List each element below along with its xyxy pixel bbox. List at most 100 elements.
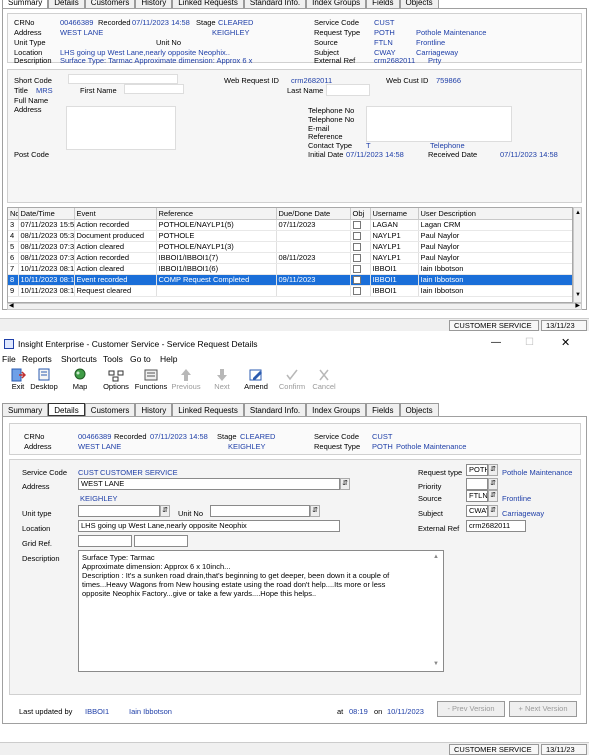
cancel-button[interactable]: Cancel: [306, 368, 342, 391]
close-icon[interactable]: ✕: [561, 336, 570, 349]
table-row[interactable]: 4 08/11/2023 05:37 Document produced POTHOL…: [8, 230, 572, 242]
col-datetime[interactable]: Date/Time: [18, 208, 75, 220]
obj-checkbox[interactable]: [352, 265, 361, 273]
next-version-button[interactable]: + Next Version: [509, 701, 577, 717]
recorded-value: 07/11/2023 14:58: [132, 18, 190, 27]
address-dropdown-icon[interactable]: ⇵: [340, 478, 350, 490]
grid-ref-east-input[interactable]: [78, 535, 132, 547]
col-no[interactable]: No.: [8, 208, 19, 220]
subject-input[interactable]: CWAY: [466, 505, 488, 517]
address-input[interactable]: WEST LANE: [78, 478, 340, 490]
unit-no-dropdown-icon[interactable]: ⇵: [310, 505, 320, 517]
top-tab-fields[interactable]: Fields: [366, 0, 400, 8]
textarea-scroll-up-icon[interactable]: ▲: [433, 553, 439, 562]
col-event[interactable]: Event: [74, 208, 157, 220]
col-due-date[interactable]: Due/Done Date: [276, 208, 351, 220]
cell-no: 7: [8, 263, 19, 275]
obj-checkbox[interactable]: [352, 221, 361, 229]
top-tab-objects[interactable]: Objects: [399, 0, 439, 8]
top-tab-history[interactable]: History: [135, 0, 173, 8]
map-button[interactable]: Map: [62, 368, 98, 391]
cell-date: 07/11/2023 15:58: [18, 219, 75, 231]
top-tab-summary[interactable]: Summary: [2, 0, 49, 8]
tab-summary[interactable]: Summary: [2, 403, 49, 416]
tab-history[interactable]: History: [135, 403, 173, 416]
top-tab-customers[interactable]: Customers: [84, 0, 136, 8]
tab-objects[interactable]: Objects: [399, 403, 439, 416]
table-row[interactable]: 6 08/11/2023 07:33 Action recorded IBBOI1/I…: [8, 252, 572, 264]
col-obj[interactable]: Obj: [350, 208, 371, 220]
f-description-label: Description: [22, 554, 60, 563]
tab-index-groups[interactable]: Index Groups: [306, 403, 367, 416]
cell-user: NAYLP1: [370, 230, 419, 242]
col-reference[interactable]: Reference: [156, 208, 277, 220]
f-service-code-desc: CUSTOMER SERVICE: [100, 468, 178, 477]
request-type-dropdown-icon[interactable]: ⇵: [488, 464, 498, 476]
priority-dropdown-icon[interactable]: ⇵: [488, 478, 498, 490]
desktop-button[interactable]: Desktop: [24, 368, 64, 391]
history-horizontal-scrollbar[interactable]: ◀ ▶: [7, 303, 582, 310]
tab-customers[interactable]: Customers: [84, 403, 136, 416]
menu-shortcuts[interactable]: Shortcuts: [61, 354, 97, 364]
cell-event: Document produced: [74, 230, 157, 242]
obj-checkbox[interactable]: [352, 254, 361, 262]
obj-checkbox[interactable]: [352, 232, 361, 240]
request-type-input[interactable]: POTH: [466, 464, 488, 476]
minimize-icon[interactable]: —: [491, 337, 501, 348]
unit-type-dropdown-icon[interactable]: ⇵: [160, 505, 170, 517]
table-row[interactable]: 5 08/11/2023 07:33 Action cleared POTHOLE/N…: [8, 241, 572, 253]
menu-help[interactable]: Help: [160, 354, 177, 364]
table-row[interactable]: 3 07/11/2023 15:58 Action recorded POTHOLE/…: [8, 219, 572, 231]
top-tab-standard-info[interactable]: Standard Info.: [243, 0, 307, 8]
menu-goto[interactable]: Go to: [130, 354, 151, 364]
table-row[interactable]: 7 10/11/2023 08:19 Action cleared IBBOI1/IB…: [8, 263, 572, 275]
table-row[interactable]: 9 10/11/2023 08:19 Request cleared IBBOI1 Ia…: [8, 285, 572, 297]
tab-fields[interactable]: Fields: [366, 403, 400, 416]
history-grid[interactable]: No. Date/Time Event Reference Due/Done D…: [7, 207, 573, 303]
unit-type-input[interactable]: [78, 505, 160, 517]
tab-linked-requests[interactable]: Linked Requests: [172, 403, 244, 416]
prev-version-button[interactable]: - Prev Version: [437, 701, 505, 717]
description-textarea[interactable]: Surface Type: Tarmac Approximate dimensi…: [78, 550, 444, 672]
bottom-status-dept: CUSTOMER SERVICE: [449, 744, 539, 755]
top-tab-details[interactable]: Details: [48, 0, 85, 8]
obj-checkbox[interactable]: [352, 243, 361, 251]
tab-details[interactable]: Details: [48, 403, 85, 416]
scroll-down-icon[interactable]: ▼: [575, 292, 581, 298]
top-tab-linked-requests[interactable]: Linked Requests: [172, 0, 244, 8]
menu-reports[interactable]: Reports: [22, 354, 52, 364]
previous-button[interactable]: Previous: [166, 368, 206, 391]
tab-standard-info[interactable]: Standard Info.: [243, 403, 307, 416]
external-ref-input[interactable]: crm2682011: [466, 520, 526, 532]
unit-no-input[interactable]: [210, 505, 310, 517]
b-request-type-value: POTH: [372, 442, 393, 451]
menu-file[interactable]: File: [2, 354, 16, 364]
cell-desc: Paul Naylor: [418, 230, 572, 242]
source-dropdown-icon[interactable]: ⇵: [488, 490, 498, 502]
maximize-icon[interactable]: ☐: [525, 337, 534, 348]
confirm-button[interactable]: Confirm: [274, 368, 310, 391]
top-tab-index-groups[interactable]: Index Groups: [306, 0, 367, 8]
grid-ref-north-input[interactable]: [134, 535, 188, 547]
obj-checkbox[interactable]: [352, 287, 361, 295]
col-username[interactable]: Username: [370, 208, 419, 220]
toolbar: Exit Desktop Map Options Functions Previ…: [0, 368, 589, 398]
amend-button[interactable]: Amend: [238, 368, 274, 391]
cell-ref: COMP Request Completed: [156, 274, 277, 286]
source-input[interactable]: FTLN: [466, 490, 488, 502]
location-input[interactable]: LHS going up West Lane,nearly opposite N…: [78, 520, 340, 532]
obj-checkbox[interactable]: [352, 276, 361, 284]
history-vertical-scrollbar[interactable]: ▲ ▼: [573, 207, 582, 303]
cell-user: NAYLP1: [370, 241, 419, 253]
textarea-scroll-down-icon[interactable]: ▼: [433, 660, 439, 669]
scroll-up-icon[interactable]: ▲: [575, 210, 581, 216]
subject-dropdown-icon[interactable]: ⇵: [488, 505, 498, 517]
table-row[interactable]: 8 10/11/2023 08:19 Event recorded COMP Requ…: [8, 274, 572, 286]
next-button[interactable]: Next: [204, 368, 240, 391]
menu-tools[interactable]: Tools: [103, 354, 123, 364]
obj-checkbox-cell: [350, 263, 371, 275]
col-user-description[interactable]: User Description: [418, 208, 572, 220]
priority-input[interactable]: [466, 478, 488, 490]
scroll-right-icon[interactable]: ▶: [575, 302, 580, 309]
scroll-left-icon[interactable]: ◀: [9, 302, 14, 309]
